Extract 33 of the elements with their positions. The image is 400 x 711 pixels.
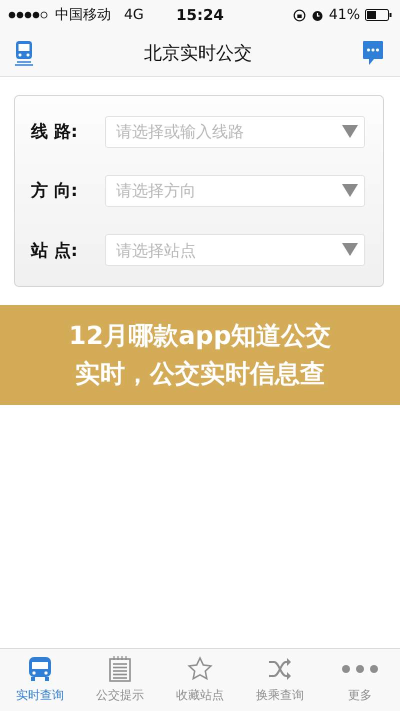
train-button[interactable] bbox=[14, 40, 34, 66]
battery-text: 41% bbox=[328, 7, 360, 23]
star-icon bbox=[187, 656, 213, 682]
network-text: 4G bbox=[124, 7, 144, 23]
shuffle-icon bbox=[267, 656, 293, 682]
banner-text: 12月哪款app知道公交 bbox=[68, 320, 332, 352]
field-label: 方 向: bbox=[31, 180, 79, 202]
dropdown-arrow-icon bbox=[342, 184, 358, 197]
chat-bubble-icon bbox=[362, 40, 384, 66]
banner-text: 实时，公交实时信息查 bbox=[75, 358, 325, 390]
rotation-lock-icon bbox=[292, 8, 306, 22]
tab[interactable]: 换乘查询 bbox=[240, 649, 320, 711]
tab[interactable]: 更多 bbox=[320, 649, 400, 711]
carrier-text: 中国移动 bbox=[55, 6, 111, 24]
battery-icon bbox=[365, 9, 392, 21]
field-label: 站 点: bbox=[31, 240, 79, 262]
field-label: 线 路: bbox=[31, 121, 79, 144]
signal-icon bbox=[8, 11, 50, 19]
tab[interactable]: 收藏站点 bbox=[160, 649, 240, 711]
select-field[interactable]: 请选择站点 bbox=[105, 234, 365, 266]
select-field[interactable]: 请选择或输入线路 bbox=[105, 116, 365, 148]
clock-text: 15:24 bbox=[176, 6, 224, 24]
tab[interactable]: 实时查询 bbox=[0, 649, 80, 711]
train-icon bbox=[14, 40, 34, 66]
dropdown-arrow-icon bbox=[342, 243, 358, 256]
message-button[interactable] bbox=[362, 40, 384, 66]
select-field[interactable]: 请选择方向 bbox=[105, 174, 365, 207]
nav-title: 北京实时公交 bbox=[144, 42, 252, 65]
notepad-icon bbox=[108, 656, 132, 682]
alarm-icon bbox=[310, 8, 324, 22]
dropdown-arrow-icon bbox=[342, 124, 358, 138]
tab[interactable]: 公交提示 bbox=[80, 649, 160, 711]
bus-icon bbox=[27, 656, 53, 682]
